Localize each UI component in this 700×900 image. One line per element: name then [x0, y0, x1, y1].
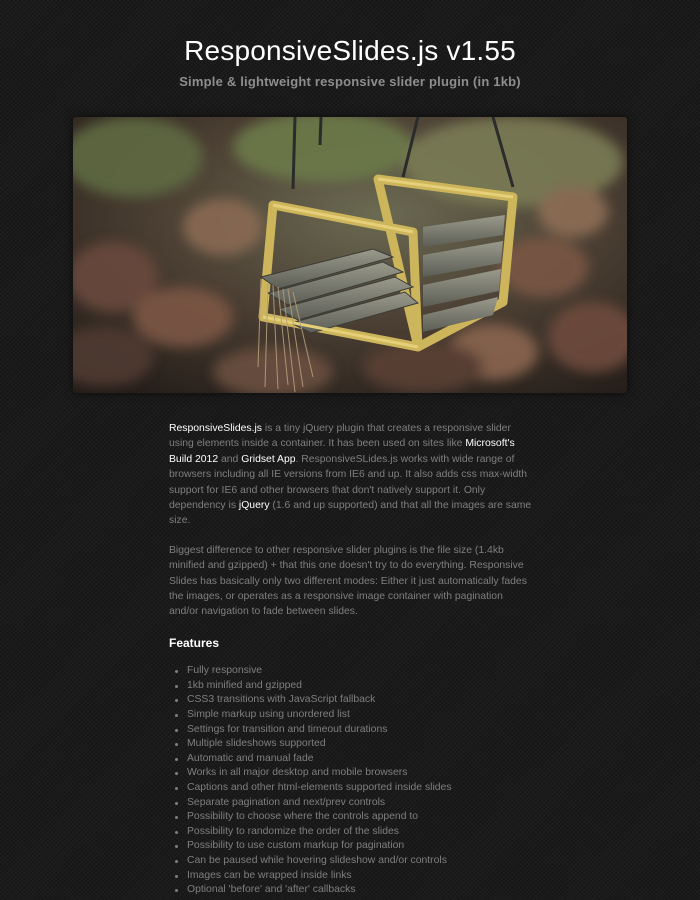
page-header: ResponsiveSlides.js v1.55 Simple & light… — [0, 0, 700, 89]
feature-item: Optional 'before' and 'after' callbacks — [175, 883, 533, 898]
intro-text-2: and — [218, 453, 242, 465]
feature-item: CSS3 transitions with JavaScript fallbac… — [175, 693, 533, 708]
swing-photo — [73, 117, 627, 393]
features-heading: Features — [169, 635, 220, 650]
feature-item: Possibility to randomize the order of th… — [175, 825, 533, 840]
difference-paragraph: Biggest difference to other responsive s… — [169, 544, 527, 618]
image-slider[interactable] — [73, 117, 627, 393]
feature-item: 1kb minified and gzipped — [175, 679, 533, 694]
gridset-app-link[interactable]: Gridset App — [241, 454, 295, 465]
main-content: ResponsiveSlides.js is a tiny jQuery plu… — [169, 421, 533, 898]
intro-paragraph: ResponsiveSlides.js is a tiny jQuery plu… — [169, 421, 533, 529]
jquery-link[interactable]: jQuery — [239, 500, 270, 511]
page-subtitle: Simple & lightweight responsive slider p… — [179, 74, 521, 89]
features-list: Fully responsive 1kb minified and gzippe… — [169, 664, 533, 898]
feature-item: Simple markup using unordered list — [175, 708, 533, 723]
feature-item: Possibility to use custom markup for pag… — [175, 839, 533, 854]
feature-item: Multiple slideshows supported — [175, 737, 533, 752]
page-title: ResponsiveSlides.js v1.55 — [184, 35, 516, 66]
feature-item: Automatic and manual fade — [175, 752, 533, 767]
feature-item: Can be paused while hovering slideshow a… — [175, 854, 533, 869]
feature-item: Possibility to choose where the controls… — [175, 810, 533, 825]
feature-item: Settings for transition and timeout dura… — [175, 723, 533, 738]
feature-item: Works in all major desktop and mobile br… — [175, 766, 533, 781]
feature-item: Captions and other html-elements support… — [175, 781, 533, 796]
feature-item: Separate pagination and next/prev contro… — [175, 796, 533, 811]
feature-item: Images can be wrapped inside links — [175, 869, 533, 884]
feature-item: Fully responsive — [175, 664, 533, 679]
responsiveslides-link[interactable]: ResponsiveSlides.js — [169, 423, 262, 434]
